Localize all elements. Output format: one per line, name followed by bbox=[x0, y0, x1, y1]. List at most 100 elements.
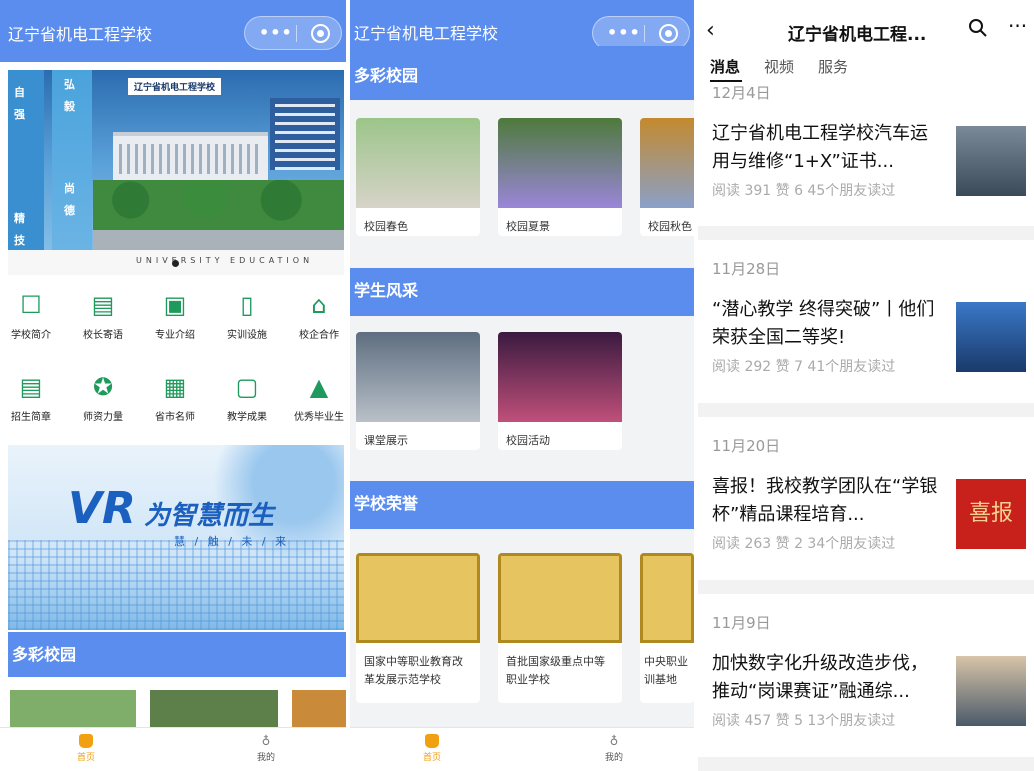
vr-banner[interactable]: VR 为智慧而生 慧 / 触 / 未 / 来 bbox=[8, 445, 344, 630]
vr-tagline: 慧 / 触 / 未 / 来 bbox=[174, 535, 290, 548]
more-icon[interactable]: ••• bbox=[259, 23, 293, 42]
list-icon: ▤ bbox=[19, 373, 43, 401]
grid-item-faculty[interactable]: ✪ 师资力量 bbox=[72, 372, 134, 423]
motto-pillar-right: 弘 毅 尚 德 bbox=[52, 70, 92, 275]
mini-program-capsule[interactable]: ••• bbox=[244, 16, 342, 50]
bottom-tab-bar: 首页 ♁ 我的 bbox=[0, 727, 346, 771]
building-photo bbox=[113, 132, 268, 180]
user-icon: ♁ bbox=[609, 734, 619, 748]
card-photo bbox=[498, 332, 622, 422]
card-honor-1[interactable]: 国家中等职业教育改革发展示范学校 bbox=[356, 553, 480, 703]
thumb-autumn[interactable] bbox=[292, 690, 346, 730]
card-honor-3[interactable]: 中央职业训基地 bbox=[640, 553, 694, 703]
grid-item-famous-teachers[interactable]: ▦ 省市名师 bbox=[144, 372, 206, 423]
motto-char: 精 bbox=[14, 212, 25, 225]
tab-home[interactable]: 首页 bbox=[66, 734, 106, 763]
thumb-summer[interactable] bbox=[150, 690, 278, 730]
carousel-indicator[interactable] bbox=[172, 260, 179, 267]
tab-messages[interactable]: 消息 bbox=[710, 56, 740, 77]
section-header-students: 学生风采 bbox=[350, 268, 694, 316]
home-icon bbox=[425, 734, 439, 748]
article-item[interactable]: 11月20日 喜报！我校教学团队在“学银杯”精品课程培育... 阅读 263 赞… bbox=[698, 435, 1034, 575]
article-date: 11月28日 bbox=[712, 260, 781, 278]
tab-services[interactable]: 服务 bbox=[818, 56, 848, 77]
article-title: 加快数字化升级改造步伐，推动“岗课赛证”融通综... bbox=[712, 653, 928, 702]
grid-item-principal-message[interactable]: ▤ 校长寄语 bbox=[72, 290, 134, 341]
article-item[interactable]: 11月9日 加快数字化升级改造步伐，推动“岗课赛证”融通综... 阅读 457 … bbox=[698, 612, 1034, 752]
card-label: 首批国家级重点中等职业学校 bbox=[506, 655, 605, 686]
card-label: 中央职业训基地 bbox=[644, 655, 688, 686]
tab-mine[interactable]: ♁ 我的 bbox=[594, 734, 634, 763]
document-icon: ▯ bbox=[240, 291, 254, 319]
motto-char: 技 bbox=[14, 234, 25, 247]
card-photo bbox=[640, 118, 694, 208]
section-header-campus: 多彩校园 bbox=[8, 632, 346, 677]
back-arrow-icon[interactable]: ‹ bbox=[706, 18, 715, 43]
section-header-campus: 多彩校园 bbox=[350, 46, 694, 100]
card-label: 校园秋色 bbox=[648, 220, 692, 233]
grid-label: 学校简介 bbox=[11, 330, 51, 341]
motto-char: 德 bbox=[64, 204, 75, 217]
close-target-icon[interactable] bbox=[311, 24, 330, 43]
article-thumbnail bbox=[956, 126, 1026, 196]
grid-item-majors[interactable]: ▣ 专业介绍 bbox=[144, 290, 206, 341]
card-honor-2[interactable]: 首批国家级重点中等职业学校 bbox=[498, 553, 622, 703]
home-screen-middle: 辽宁省机电工程学校 ••• 多彩校园 校园春色 校园夏景 校园秋色 学生风采 课… bbox=[350, 0, 694, 771]
school-logo-text: 辽宁省机电工程学校 bbox=[128, 78, 222, 95]
grid-item-admissions[interactable]: ▤ 招生简章 bbox=[0, 372, 62, 423]
tab-mine[interactable]: ♁ 我的 bbox=[246, 734, 286, 763]
card-summer[interactable]: 校园夏景 bbox=[498, 118, 622, 236]
article-title: 喜报！我校教学团队在“学银杯”精品课程培育... bbox=[712, 476, 938, 525]
card-activities[interactable]: 校园活动 bbox=[498, 332, 622, 450]
user-icon: ♁ bbox=[261, 734, 271, 748]
trees-photo bbox=[93, 180, 344, 230]
mini-program-capsule[interactable]: ••• bbox=[592, 16, 690, 50]
grid-item-graduates[interactable]: ▲ 优秀毕业生 bbox=[288, 372, 346, 423]
grid-item-cooperation[interactable]: ⌂ 校企合作 bbox=[288, 290, 346, 341]
tab-label: 我的 bbox=[604, 753, 623, 763]
grid-item-training-facilities[interactable]: ▯ 实训设施 bbox=[216, 290, 278, 341]
divider bbox=[698, 403, 1034, 417]
app-title: 辽宁省机电工程学校 bbox=[354, 24, 499, 43]
article-stats: 阅读 263 赞 2 34个朋友读过 bbox=[712, 536, 896, 552]
card-autumn[interactable]: 校园秋色 bbox=[640, 118, 694, 236]
card-classroom[interactable]: 课堂展示 bbox=[356, 332, 480, 450]
article-item[interactable]: 12月4日 辽宁省机电工程学校汽车运用与维修“1+X”证书... 阅读 391 … bbox=[698, 82, 1034, 222]
top-bar: 辽宁省机电工程学校 ••• bbox=[0, 0, 346, 62]
grid-item-school-intro[interactable]: ☐ 学校简介 bbox=[0, 290, 62, 341]
grid-item-achievements[interactable]: ▢ 教学成果 bbox=[216, 372, 278, 423]
tab-label: 我的 bbox=[256, 753, 275, 763]
card-photo bbox=[498, 118, 622, 208]
tab-home[interactable]: 首页 bbox=[412, 734, 452, 763]
card-label: 校园夏景 bbox=[506, 220, 550, 233]
divider bbox=[698, 226, 1034, 240]
motto-char: 弘 bbox=[64, 78, 75, 91]
article-item[interactable]: 11月28日 “潜心教学 终得突破”丨他们荣获全国二等奖! 阅读 292 赞 7… bbox=[698, 258, 1034, 398]
card-spring[interactable]: 校园春色 bbox=[356, 118, 480, 236]
card-label: 课堂展示 bbox=[364, 434, 408, 447]
tab-videos[interactable]: 视频 bbox=[764, 56, 794, 77]
more-icon[interactable]: ••• bbox=[607, 23, 641, 42]
close-target-icon[interactable] bbox=[659, 24, 678, 43]
tab-label: 首页 bbox=[422, 753, 441, 763]
vr-slogan: 为智慧而生 bbox=[144, 501, 275, 531]
top-bar: 辽宁省机电工程学校 ••• bbox=[350, 0, 694, 50]
thumb-spring[interactable] bbox=[10, 690, 136, 730]
card-photo bbox=[356, 118, 480, 208]
graduation-cap-icon: ▲ bbox=[309, 373, 329, 401]
card-label: 校园春色 bbox=[364, 220, 408, 233]
article-title: 辽宁省机电工程学校汽车运用与维修“1+X”证书... bbox=[712, 123, 928, 172]
divider bbox=[698, 757, 1034, 771]
more-options-icon[interactable]: ··· bbox=[1008, 14, 1027, 38]
home-screen-left: 辽宁省机电工程学校 ••• 自 强 精 技 弘 毅 尚 德 辽宁省机电工程学校 … bbox=[0, 0, 346, 771]
article-thumbnail: 喜报 bbox=[956, 479, 1026, 549]
motto-pillar-left: 自 强 精 技 bbox=[8, 70, 44, 275]
vr-logo: VR bbox=[68, 483, 136, 534]
grid-label: 专业介绍 bbox=[155, 330, 195, 341]
campus-banner[interactable]: 自 强 精 技 弘 毅 尚 德 辽宁省机电工程学校 UNIVERSITY EDU… bbox=[8, 70, 344, 275]
search-icon[interactable] bbox=[968, 18, 988, 38]
medal-icon: ✪ bbox=[92, 373, 114, 401]
certificate-photo bbox=[356, 553, 480, 643]
article-date: 12月4日 bbox=[712, 84, 771, 102]
chart-icon: ▣ bbox=[163, 291, 187, 319]
